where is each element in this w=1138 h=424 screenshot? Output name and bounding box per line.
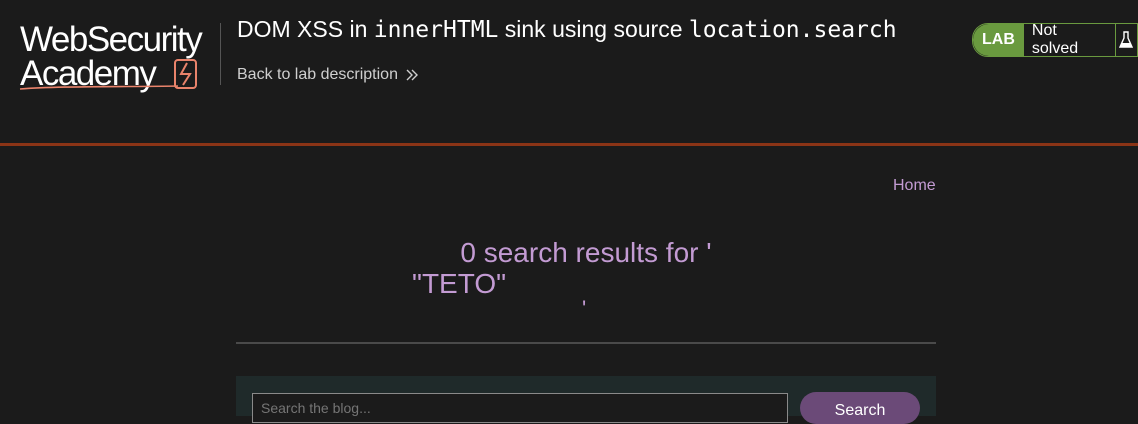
header-accent-rule: [0, 143, 1138, 146]
results-count-text: 0 search results for ': [460, 237, 712, 268]
lab-title-middle: sink using source: [498, 16, 689, 42]
logo-underline-icon: [19, 59, 197, 90]
results-search-term: "TETO": [412, 268, 507, 299]
lab-status-text: Not solved: [1024, 24, 1116, 56]
lab-title: DOM XSS in innerHTML sink using source l…: [237, 16, 897, 43]
back-to-lab-link[interactable]: Back to lab description: [237, 66, 418, 84]
results-close-quote: ': [582, 296, 587, 321]
search-panel: Search: [236, 376, 936, 424]
nav-home-link[interactable]: Home: [893, 177, 936, 195]
web-security-academy-logo[interactable]: WebSecurity Academy: [18, 20, 218, 94]
lab-badge: LAB: [973, 24, 1024, 56]
search-button[interactable]: Search: [800, 392, 920, 424]
search-input[interactable]: [252, 393, 788, 423]
double-chevron-right-icon: [406, 69, 418, 81]
lab-status-widget: LAB Not solved: [972, 23, 1138, 57]
back-link-label: Back to lab description: [237, 66, 398, 83]
header: WebSecurity Academy DOM XSS in innerHTML…: [0, 0, 1138, 143]
lab-title-code-sink: innerHTML: [373, 17, 499, 43]
lab-title-prefix: DOM XSS in: [237, 16, 374, 42]
header-divider: [220, 23, 221, 85]
flask-icon: [1116, 24, 1137, 56]
lab-title-code-source: location.search: [688, 17, 897, 43]
content-divider: [236, 342, 936, 344]
